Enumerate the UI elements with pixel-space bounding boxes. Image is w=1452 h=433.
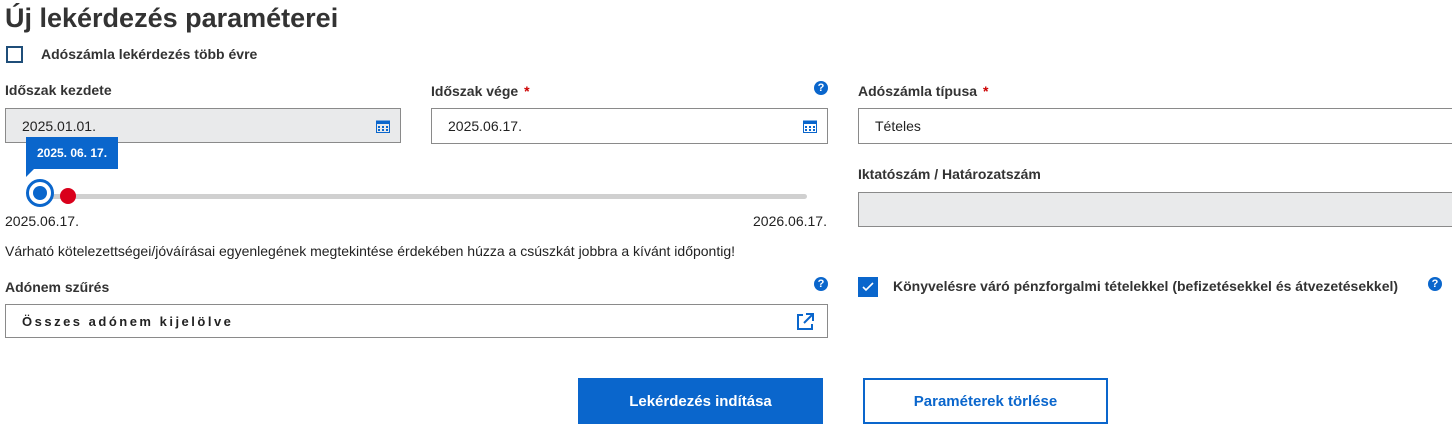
account-type-label-text: Adószámla típusa [858,83,978,99]
filing-number-field[interactable] [858,192,1452,227]
help-icon[interactable]: ? [1428,277,1442,291]
pending-items-checkbox[interactable] [858,277,878,297]
date-slider-track[interactable] [40,194,807,199]
tax-filter-label: Adónem szűrés [5,279,110,295]
period-end-label: Időszak vége * [431,83,530,99]
multi-year-checkbox[interactable] [6,46,23,63]
date-slider-handle[interactable] [26,179,54,207]
calendar-icon[interactable] [376,119,390,133]
required-mark: * [983,83,989,99]
check-icon [862,282,874,292]
pending-items-label: Könyvelésre váró pénzforgalmi tételekkel… [893,278,1399,294]
clear-parameters-button[interactable]: Paraméterek törlése [863,378,1108,424]
slider-marker [60,188,76,204]
account-type-select[interactable]: Tételes [858,108,1452,144]
period-start-value: 2025.01.01. [22,117,96,134]
period-end-field[interactable]: 2025.06.17. [431,108,828,144]
filing-number-label: Iktatószám / Határozatszám [858,166,1041,182]
help-icon[interactable]: ? [814,277,828,291]
tax-filter-value: Összes adónem kijelölve [22,313,234,329]
page-title: Új lekérdezés paraméterei [5,3,339,33]
slider-tooltip: 2025. 06. 17. [26,137,118,169]
calendar-icon[interactable] [803,119,817,133]
help-icon[interactable]: ? [814,81,828,95]
account-type-value: Tételes [875,118,921,134]
period-end-value: 2025.06.17. [448,118,522,134]
account-type-label: Adószámla típusa * [858,83,988,99]
slider-min-label: 2025.06.17. [5,213,79,229]
period-start-label: Időszak kezdete [5,82,112,98]
period-end-label-text: Időszak vége [431,83,519,99]
slider-hint: Várható kötelezettségei/jóváírásai egyen… [5,243,736,259]
start-query-button[interactable]: Lekérdezés indítása [578,378,823,424]
external-link-icon[interactable] [795,312,815,332]
slider-tooltip-arrow [26,169,34,177]
required-mark: * [524,83,530,99]
tax-filter-field[interactable]: Összes adónem kijelölve [5,304,828,338]
slider-max-label: 2026.06.17. [753,213,827,229]
multi-year-label: Adószámla lekérdezés több évre [41,46,258,62]
